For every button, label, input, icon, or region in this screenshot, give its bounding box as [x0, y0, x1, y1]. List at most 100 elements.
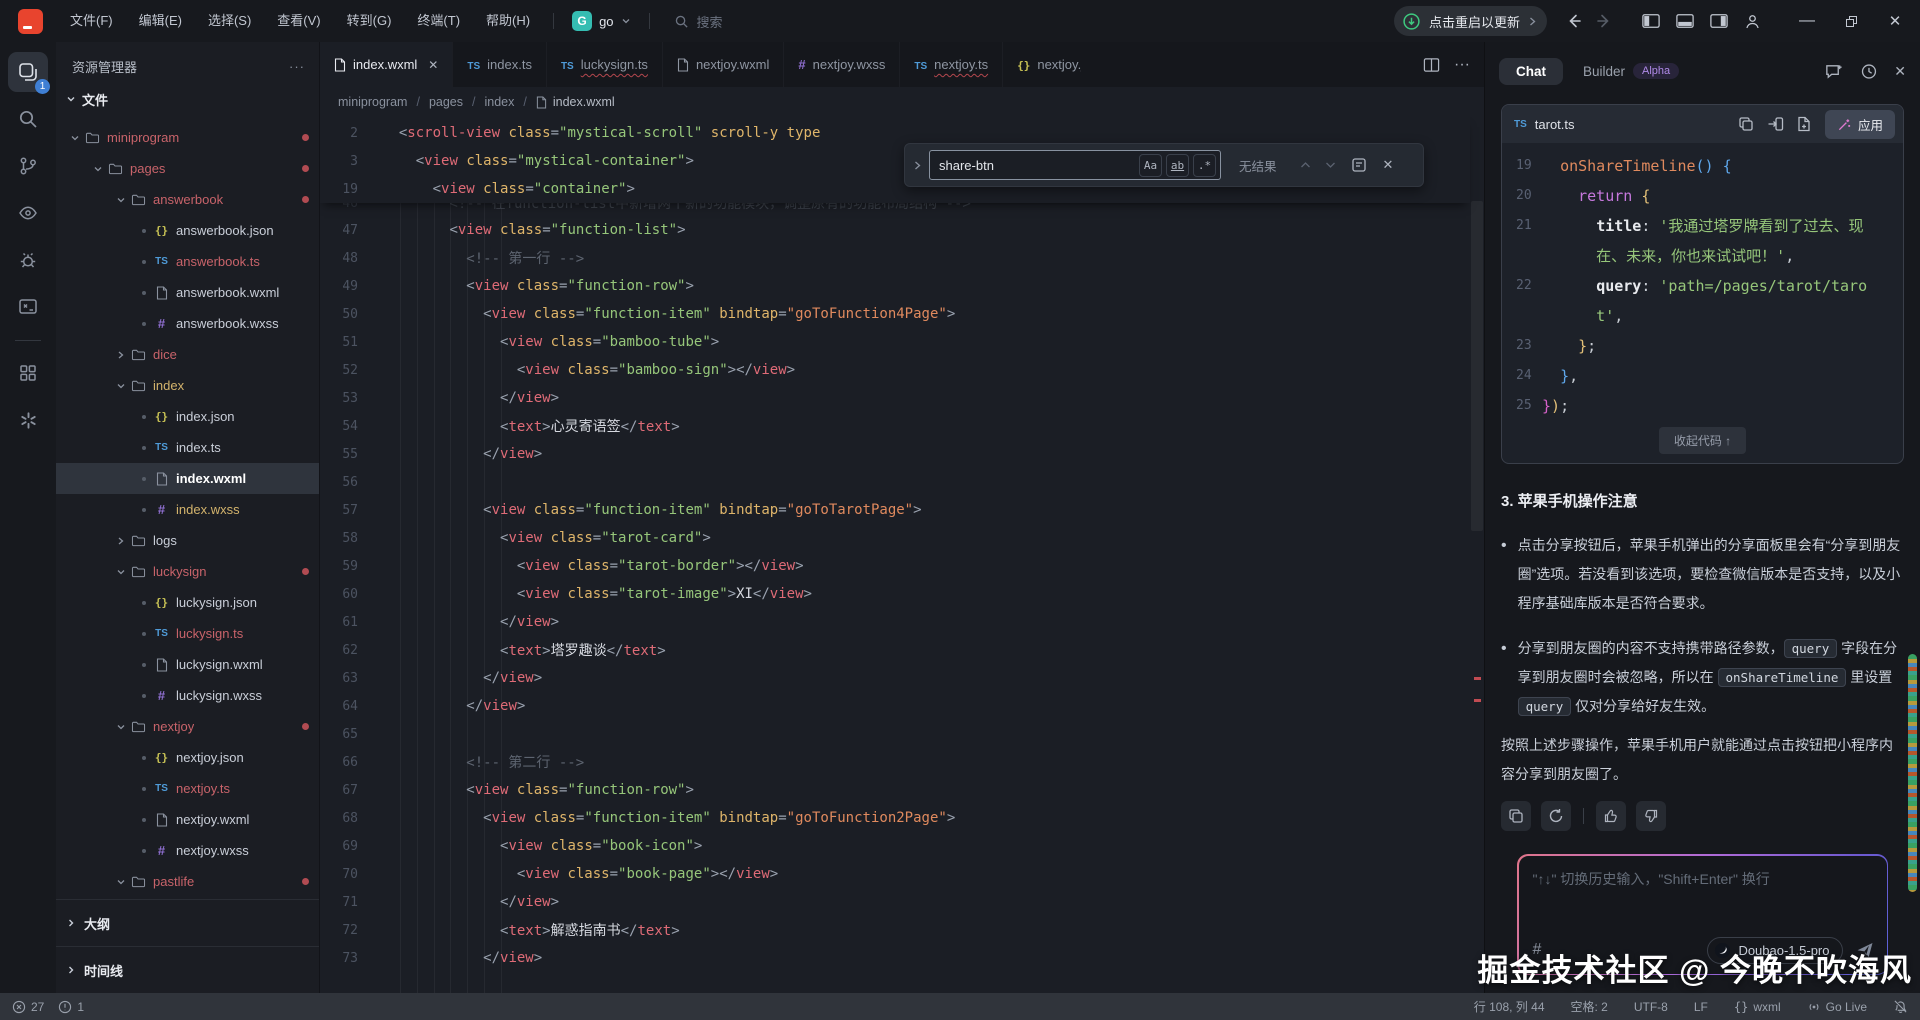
find-expand-icon[interactable] [905, 160, 929, 171]
breadcrumb-item[interactable]: index [485, 95, 515, 109]
split-editor-icon[interactable] [1423, 57, 1440, 73]
language-mode[interactable]: {} wxml [1734, 1000, 1781, 1014]
tab-nextjoy.wxss[interactable]: # nextjoy.wxss [784, 42, 901, 87]
tree-file-luckysign.json[interactable]: {} luckysign.json [56, 587, 319, 618]
tree-file-index.ts[interactable]: TS index.ts [56, 432, 319, 463]
tree-file-answerbook.wxml[interactable]: answerbook.wxml [56, 277, 319, 308]
chat-messages[interactable]: TS tarot.ts 应用 19 onShareTimeline() {20… [1485, 90, 1920, 993]
new-chat-icon[interactable] [1824, 62, 1843, 81]
menu-编辑(E)[interactable]: 编辑(E) [126, 6, 195, 36]
copy-icon[interactable] [1738, 116, 1754, 132]
tree-folder-nextjoy[interactable]: nextjoy [56, 711, 319, 742]
breadcrumb-item[interactable]: miniprogram [338, 95, 407, 109]
find-prev-icon[interactable] [1300, 161, 1311, 169]
new-file-icon[interactable] [1797, 116, 1812, 132]
editor-scrollbar[interactable] [1471, 201, 1483, 531]
code-editor[interactable]: 46 <!-- 在function-list中新增两个新的功能模块，调整原有的功… [320, 117, 1484, 993]
whole-word-button[interactable]: ab [1166, 153, 1189, 177]
tree-folder-answerbook[interactable]: answerbook [56, 184, 319, 215]
match-case-button[interactable]: Aa [1139, 153, 1162, 177]
breadcrumb[interactable]: miniprogram / pages / index / index.wxml [320, 87, 1484, 117]
tree-folder-pastlife[interactable]: pastlife [56, 866, 319, 897]
tree-folder-dice[interactable]: dice [56, 339, 319, 370]
forward-button[interactable] [1595, 12, 1613, 30]
find-close-icon[interactable]: ✕ [1383, 157, 1394, 173]
menu-选择(S)[interactable]: 选择(S) [195, 6, 264, 36]
thumbs-down-icon[interactable] [1636, 801, 1666, 831]
tree-file-index.wxss[interactable]: # index.wxss [56, 494, 319, 525]
restart-update-button[interactable]: 点击重启以更新 [1393, 6, 1547, 36]
timeline-section[interactable]: 时间线 [56, 946, 319, 993]
tree-file-nextjoy.wxml[interactable]: nextjoy.wxml [56, 804, 319, 835]
tree-file-answerbook.ts[interactable]: TS answerbook.ts [56, 246, 319, 277]
debug-icon[interactable] [8, 240, 48, 280]
insert-code-icon[interactable] [1767, 116, 1784, 132]
tab-chat[interactable]: Chat [1499, 57, 1563, 85]
indent-setting[interactable]: 空格: 2 [1571, 998, 1608, 1015]
tree-file-luckysign.wxml[interactable]: luckysign.wxml [56, 649, 319, 680]
tab-builder[interactable]: Builder [1583, 64, 1625, 79]
copy-message-icon[interactable] [1501, 801, 1531, 831]
problems-warnings[interactable]: 1 [58, 1000, 84, 1014]
tree-file-luckysign.ts[interactable]: TS luckysign.ts [56, 618, 319, 649]
toggle-left-sidebar-icon[interactable] [1641, 12, 1661, 30]
tab-index.ts[interactable]: TS index.ts [453, 42, 547, 87]
tree-file-luckysign.wxss[interactable]: # luckysign.wxss [56, 680, 319, 711]
tree-folder-pages[interactable]: pages [56, 153, 319, 184]
chat-scrollbar[interactable] [1908, 654, 1917, 892]
find-input[interactable]: share-btn Aa ab .* [929, 150, 1221, 180]
tree-folder-luckysign[interactable]: luckysign [56, 556, 319, 587]
toggle-bottom-panel-icon[interactable] [1675, 12, 1695, 30]
toggle-right-sidebar-icon[interactable] [1709, 12, 1729, 30]
openai-icon[interactable] [8, 400, 48, 440]
tab-luckysign.ts[interactable]: TS luckysign.ts [547, 42, 663, 87]
minimize-button[interactable]: — [1792, 6, 1822, 36]
sidebar-more-icon[interactable]: ··· [289, 59, 305, 74]
problems-errors[interactable]: 27 [12, 1000, 44, 1014]
close-panel-icon[interactable]: ✕ [1894, 63, 1906, 80]
search-sidebar-icon[interactable] [8, 99, 48, 139]
notifications-muted-icon[interactable] [1893, 999, 1908, 1014]
source-control-icon[interactable] [8, 146, 48, 186]
menu-终端(T)[interactable]: 终端(T) [404, 6, 473, 36]
tab-close-icon[interactable]: ✕ [428, 58, 438, 72]
cursor-position[interactable]: 行 108, 列 44 [1474, 998, 1545, 1015]
back-button[interactable] [1565, 12, 1583, 30]
menu-转到(G)[interactable]: 转到(G) [334, 6, 405, 36]
tree-folder-logs[interactable]: logs [56, 525, 319, 556]
tree-file-nextjoy.ts[interactable]: TS nextjoy.ts [56, 773, 319, 804]
account-icon[interactable] [1743, 12, 1762, 31]
global-search[interactable]: 搜索 [674, 12, 723, 31]
thumbs-up-icon[interactable] [1596, 801, 1626, 831]
terminal-icon[interactable] [8, 287, 48, 327]
preview-icon[interactable] [8, 193, 48, 233]
breadcrumb-item[interactable]: pages [429, 95, 463, 109]
tree-file-nextjoy.wxss[interactable]: # nextjoy.wxss [56, 835, 319, 866]
regenerate-icon[interactable] [1541, 801, 1571, 831]
tree-file-answerbook.json[interactable]: {} answerbook.json [56, 215, 319, 246]
apps-grid-icon[interactable] [8, 353, 48, 393]
menu-查看(V)[interactable]: 查看(V) [264, 6, 333, 36]
apply-code-button[interactable]: 应用 [1824, 109, 1895, 139]
find-in-selection-icon[interactable] [1351, 157, 1367, 173]
outline-section[interactable]: 大纲 [56, 899, 319, 946]
tree-file-index.json[interactable]: {} index.json [56, 401, 319, 432]
restore-button[interactable] [1836, 6, 1866, 36]
explorer-icon[interactable]: 1 [8, 52, 50, 94]
menu-文件(F)[interactable]: 文件(F) [57, 6, 126, 36]
collapse-code-button[interactable]: 收起代码 ↑ [1658, 427, 1747, 454]
encoding[interactable]: UTF-8 [1634, 1000, 1668, 1014]
go-live-button[interactable]: Go Live [1807, 1000, 1867, 1014]
files-section-header[interactable]: 文件 [56, 82, 319, 116]
history-icon[interactable] [1859, 62, 1878, 81]
tree-folder-miniprogram[interactable]: miniprogram [56, 122, 319, 153]
tree-folder-index[interactable]: index [56, 370, 319, 401]
tab-nextjoy.wxml[interactable]: nextjoy.wxml [663, 42, 785, 87]
find-next-icon[interactable] [1325, 161, 1336, 169]
regex-button[interactable]: .* [1193, 153, 1216, 177]
tree-file-answerbook.wxss[interactable]: # answerbook.wxss [56, 308, 319, 339]
tab-index.wxml[interactable]: index.wxml ✕ [320, 42, 454, 87]
breadcrumb-file[interactable]: index.wxml [536, 95, 615, 109]
eol-setting[interactable]: LF [1694, 1000, 1708, 1014]
close-button[interactable]: ✕ [1880, 6, 1910, 36]
